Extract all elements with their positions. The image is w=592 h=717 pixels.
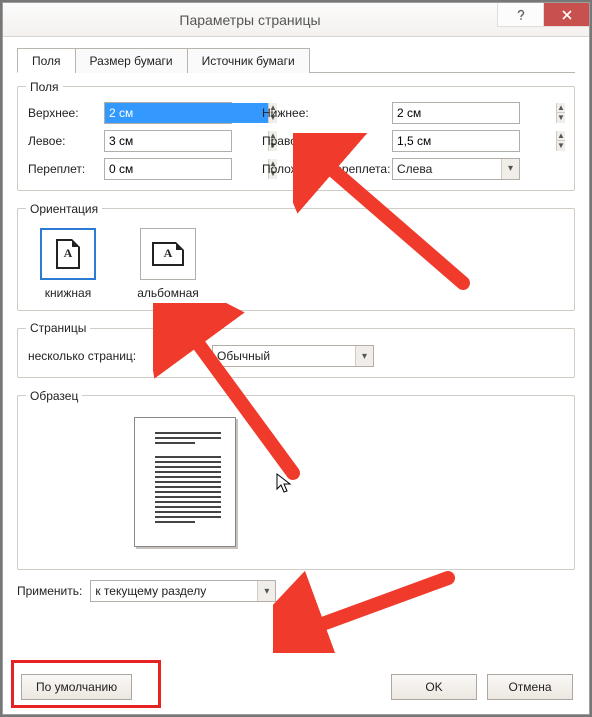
option-landscape[interactable]: A альбомная <box>128 228 208 300</box>
help-icon <box>514 8 528 22</box>
chevron-down-icon[interactable]: ▾ <box>355 346 373 366</box>
cancel-button[interactable]: Отмена <box>487 674 573 700</box>
set-default-button[interactable]: По умолчанию <box>21 674 132 700</box>
portrait-icon: A <box>56 239 80 269</box>
label-portrait: книжная <box>28 286 108 300</box>
title-bar[interactable]: Параметры страницы <box>3 3 589 37</box>
label-multiple-pages: несколько страниц: <box>28 349 204 363</box>
input-bottom-margin[interactable]: ▲▼ <box>392 102 520 124</box>
group-margins-title: Поля <box>26 79 63 94</box>
client-area: Поля Размер бумаги Источник бумаги Поля … <box>3 37 589 714</box>
field-right-margin[interactable] <box>393 131 556 151</box>
chevron-down-icon[interactable]: ▾ <box>501 159 519 179</box>
spinner-icon[interactable]: ▲▼ <box>556 131 565 151</box>
page-setup-dialog: Параметры страницы Поля Размер бумаги Ис… <box>2 2 590 715</box>
preview-page <box>134 417 236 547</box>
label-left-margin: Левое: <box>28 134 104 148</box>
group-margins: Поля Верхнее: ▲▼ Нижнее: ▲▼ Левое: ▲▼ <box>17 79 575 191</box>
ok-button[interactable]: OK <box>391 674 477 700</box>
apply-row: Применить: к текущему разделу ▾ <box>17 580 575 602</box>
combo-gutter-position[interactable]: Слева ▾ <box>392 158 520 180</box>
option-portrait[interactable]: A книжная <box>28 228 108 300</box>
input-right-margin[interactable]: ▲▼ <box>392 130 520 152</box>
chevron-down-icon[interactable]: ▾ <box>257 581 275 601</box>
label-gutter: Переплет: <box>28 162 104 176</box>
label-landscape: альбомная <box>128 286 208 300</box>
help-button[interactable] <box>497 3 543 27</box>
group-orientation-title: Ориентация <box>26 201 102 216</box>
group-pages-title: Страницы <box>26 321 90 336</box>
combo-multiple-pages[interactable]: Обычный ▾ <box>212 345 374 367</box>
field-left-margin[interactable] <box>105 131 268 151</box>
label-bottom-margin: Нижнее: <box>262 106 392 120</box>
landscape-icon: A <box>152 242 184 266</box>
tab-paper-source[interactable]: Источник бумаги <box>187 48 310 73</box>
group-pages: Страницы несколько страниц: Обычный ▾ <box>17 321 575 379</box>
field-gutter[interactable] <box>105 159 268 179</box>
close-icon <box>561 9 573 21</box>
input-left-margin[interactable]: ▲▼ <box>104 130 232 152</box>
tab-strip: Поля Размер бумаги Источник бумаги <box>17 47 575 73</box>
label-right-margin: Правое: <box>262 134 392 148</box>
combo-apply-to[interactable]: к текущему разделу ▾ <box>90 580 276 602</box>
spinner-icon[interactable]: ▲▼ <box>556 103 565 123</box>
tab-paper-size[interactable]: Размер бумаги <box>75 48 188 73</box>
window-title: Параметры страницы <box>3 12 497 28</box>
group-preview-title: Образец <box>26 388 82 403</box>
group-orientation: Ориентация A книжная A альбомная <box>17 201 575 311</box>
close-button[interactable] <box>543 3 589 27</box>
input-top-margin[interactable]: ▲▼ <box>104 102 232 124</box>
label-apply-to: Применить: <box>17 584 82 598</box>
group-preview: Образец <box>17 388 575 570</box>
label-top-margin: Верхнее: <box>28 106 104 120</box>
field-bottom-margin[interactable] <box>393 103 556 123</box>
input-gutter[interactable]: ▲▼ <box>104 158 232 180</box>
field-top-margin[interactable] <box>105 103 268 123</box>
label-gutter-position: Положение переплета: <box>262 162 392 176</box>
tab-margins[interactable]: Поля <box>17 48 76 73</box>
